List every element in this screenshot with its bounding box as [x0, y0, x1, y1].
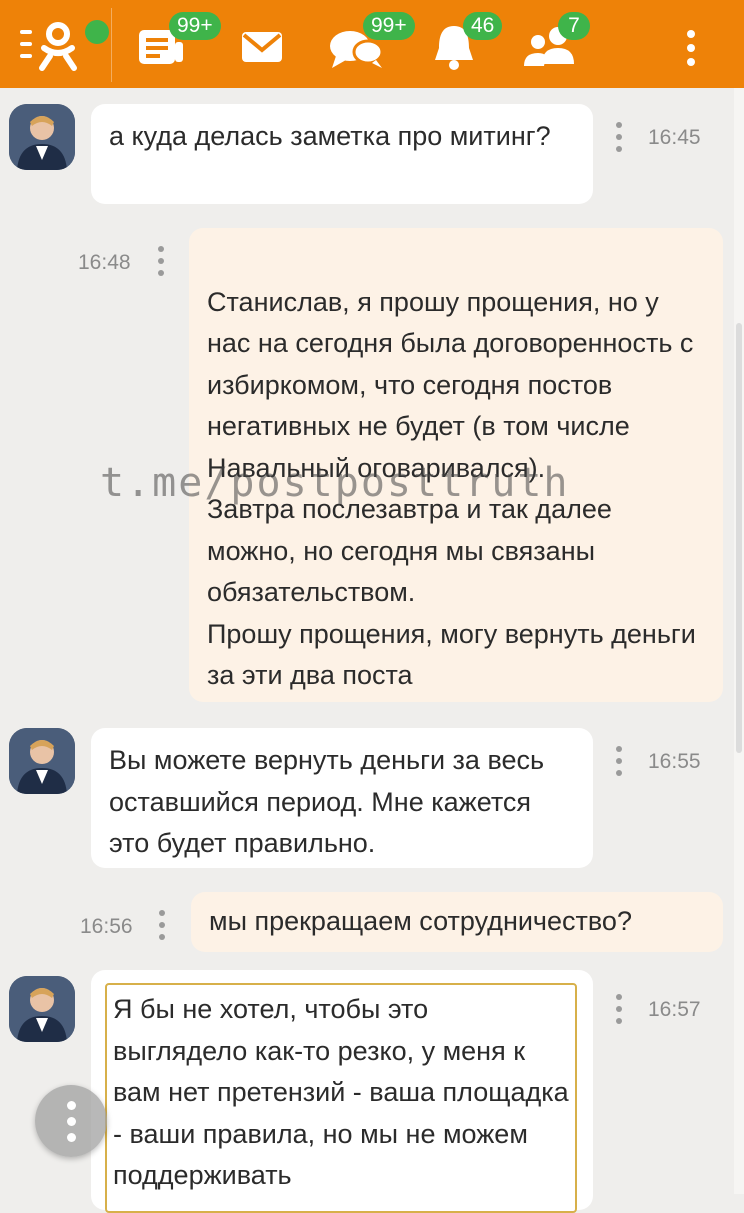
- message-menu-icon[interactable]: [615, 994, 623, 1024]
- discussions-badge: 99+: [363, 12, 415, 40]
- ok-logo-menu-button[interactable]: [10, 0, 109, 88]
- messages-button[interactable]: [238, 0, 298, 88]
- message-bubble[interactable]: Я бы не хотел, чтобы это выглядело как-т…: [105, 983, 577, 1213]
- feed-badge: 99+: [169, 12, 221, 40]
- message-time: 16:48: [78, 251, 131, 274]
- message-text: мы прекращаем сотрудничество?: [209, 906, 632, 936]
- friends-badge: 7: [558, 12, 590, 40]
- watermark-text: t.me/postposttruth: [100, 460, 570, 506]
- more-vertical-icon: [687, 30, 695, 66]
- message-text: а куда делась заметка про митинг?: [109, 121, 551, 151]
- online-status-dot: [85, 20, 109, 44]
- friends-button[interactable]: 7: [522, 0, 612, 88]
- discussions-button[interactable]: 99+: [328, 0, 428, 88]
- notifications-button[interactable]: 46: [430, 0, 520, 88]
- ok-logo-menu-icon: [20, 22, 77, 71]
- contact-avatar[interactable]: [9, 728, 75, 794]
- message-bubble[interactable]: а куда делась заметка про митинг?: [91, 104, 593, 204]
- message-menu-icon[interactable]: [158, 910, 166, 940]
- message-bubble[interactable]: Вы можете вернуть деньги за весь оставши…: [91, 728, 593, 868]
- contact-avatar[interactable]: [9, 976, 75, 1042]
- message-menu-icon[interactable]: [615, 746, 623, 776]
- message-time: 16:56: [80, 915, 133, 938]
- message-time: 16:45: [648, 126, 701, 149]
- message-menu-icon[interactable]: [157, 246, 165, 276]
- message-text: Вы можете вернуть деньги за весь оставши…: [109, 745, 545, 858]
- floating-actions-button[interactable]: [35, 1085, 107, 1157]
- scrollbar-thumb[interactable]: [736, 323, 742, 753]
- message-menu-icon[interactable]: [615, 122, 623, 152]
- envelope-icon: [242, 32, 282, 62]
- topbar-divider: [111, 8, 112, 82]
- top-bar: 99+ 99+ 46 7: [0, 0, 744, 88]
- feed-button[interactable]: 99+: [135, 0, 225, 88]
- message-time: 16:55: [648, 750, 701, 773]
- overflow-menu-button[interactable]: [676, 0, 706, 88]
- notifications-badge: 46: [463, 12, 503, 40]
- contact-avatar[interactable]: [9, 104, 75, 170]
- message-bubble[interactable]: мы прекращаем сотрудничество?: [191, 892, 723, 952]
- message-text: Я бы не хотел, чтобы это выглядело как-т…: [113, 994, 569, 1190]
- message-time: 16:57: [648, 998, 701, 1021]
